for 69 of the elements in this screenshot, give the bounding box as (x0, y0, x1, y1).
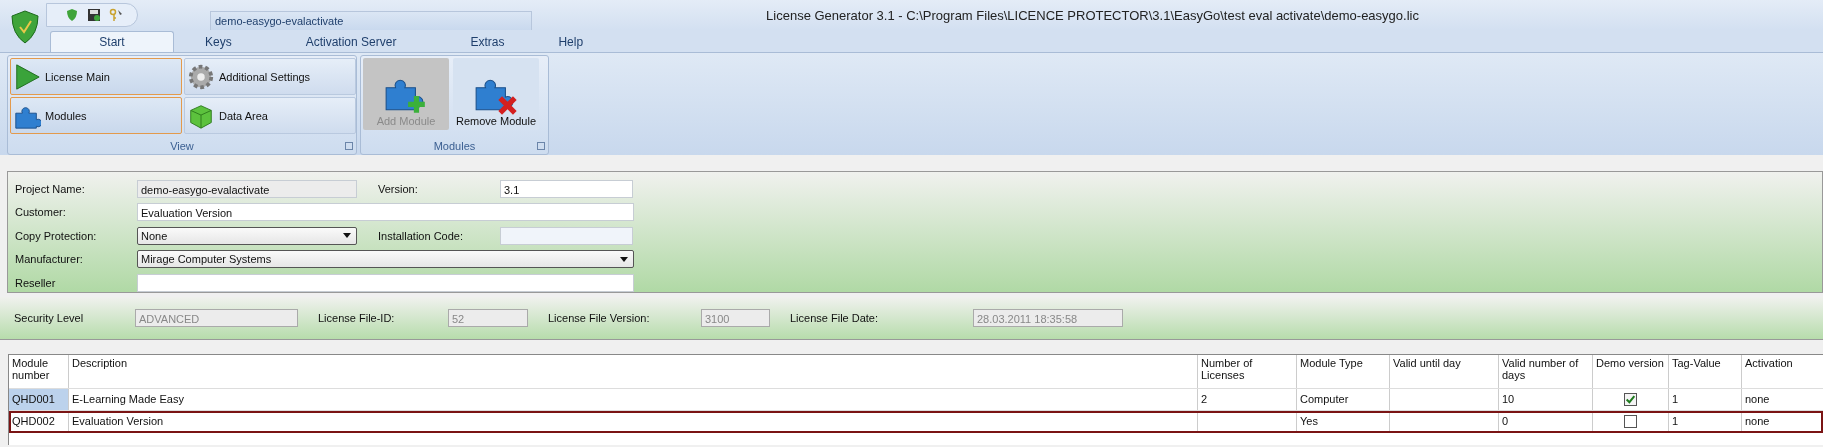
field-label: Installation Code: (378, 229, 464, 242)
ribbon-button[interactable]: License Main (10, 58, 182, 95)
readonly-field: 52 (448, 309, 528, 327)
ribbon-button[interactable]: Modules (10, 97, 182, 134)
ribbon-button[interactable]: Additional Settings (184, 58, 356, 95)
field-label: Customer: (15, 206, 67, 219)
field-label: Copy Protection: (15, 229, 98, 242)
readonly-field: 3100 (701, 309, 770, 327)
checkbox[interactable] (1624, 393, 1637, 406)
window-title: License Generator 3.1 - C:\Program Files\LICENCE PROTECTOR\3.1\EasyGo\test eval activate\demo-easygo.lic (765, 7, 1420, 23)
column-header[interactable]: Module Type (1297, 355, 1390, 388)
table-cell: QHD001 (9, 389, 69, 410)
column-header[interactable]: Module number (9, 355, 69, 388)
field-label: Security Level (14, 312, 85, 324)
ribbon-tab[interactable]: Help (535, 31, 607, 52)
column-header[interactable]: Number of Licenses (1198, 355, 1297, 388)
column-header[interactable]: Description (69, 355, 1198, 388)
text-field[interactable] (137, 273, 634, 292)
text-field[interactable] (500, 226, 633, 245)
ribbon-tab[interactable]: Activation Server (282, 31, 420, 52)
column-header[interactable]: Valid until day (1390, 355, 1499, 388)
readonly-field: ADVANCED (135, 309, 298, 327)
ribbon-tab[interactable]: Start (50, 31, 174, 52)
table-cell: Evaluation Version (69, 411, 1198, 432)
checkbox[interactable] (1624, 415, 1637, 428)
text-field[interactable]: 3.1 (500, 179, 633, 198)
field-label: License File Date: (790, 312, 880, 324)
table-cell: none (1742, 411, 1823, 432)
field-label: License File-ID: (318, 312, 396, 324)
caret-icon (343, 233, 351, 239)
field-label: Project Name: (15, 182, 86, 195)
shield-icon[interactable] (65, 8, 79, 22)
table-cell: 2 (1198, 389, 1297, 410)
ribbon-button[interactable]: Data Area (184, 97, 356, 134)
field-label: License File Version: (548, 312, 651, 324)
table-cell: 1 (1669, 411, 1742, 432)
dialog-launcher-icon[interactable] (537, 142, 545, 150)
column-header[interactable]: Tag-Value (1669, 355, 1742, 388)
column-header[interactable]: Valid number of days (1499, 355, 1593, 388)
table-cell: 0 (1499, 411, 1593, 432)
context-tab-title: demo-easygo-evalactivate (210, 11, 532, 30)
field-label: Version: (378, 182, 419, 195)
dropdown[interactable]: None (137, 226, 357, 245)
group-label: View (169, 140, 195, 154)
table-cell: Yes (1297, 411, 1390, 432)
table-cell: 1 (1669, 389, 1742, 410)
keys-icon[interactable] (109, 8, 123, 22)
table-cell: E-Learning Made Easy (69, 389, 1198, 410)
table-cell: 10 (1499, 389, 1593, 410)
gear-icon (187, 62, 215, 91)
play-icon (13, 62, 41, 91)
ribbon-tab[interactable]: Keys (182, 31, 255, 52)
column-header[interactable]: Demo version (1593, 355, 1669, 388)
table-cell: QHD002 (9, 411, 69, 432)
save-icon[interactable] (87, 8, 101, 22)
table-cell: Computer (1297, 389, 1390, 410)
field-label: Reseller (15, 276, 57, 289)
dialog-launcher-icon[interactable] (345, 142, 353, 150)
dropdown[interactable]: Mirage Computer Systems (137, 250, 634, 269)
shield-logo-icon[interactable] (10, 10, 40, 44)
column-header[interactable]: Activation (1742, 355, 1823, 388)
text-field[interactable]: demo-easygo-evalactivate (137, 179, 357, 198)
text-field[interactable]: Evaluation Version (137, 203, 634, 222)
group-label: Modules (432, 140, 477, 154)
table-cell: none (1742, 389, 1823, 410)
ribbon-tab[interactable]: Extras (447, 31, 528, 52)
caret-icon (620, 256, 628, 262)
field-label: Manufacturer: (15, 253, 84, 266)
readonly-field: 28.03.2011 18:35:58 (973, 309, 1123, 327)
